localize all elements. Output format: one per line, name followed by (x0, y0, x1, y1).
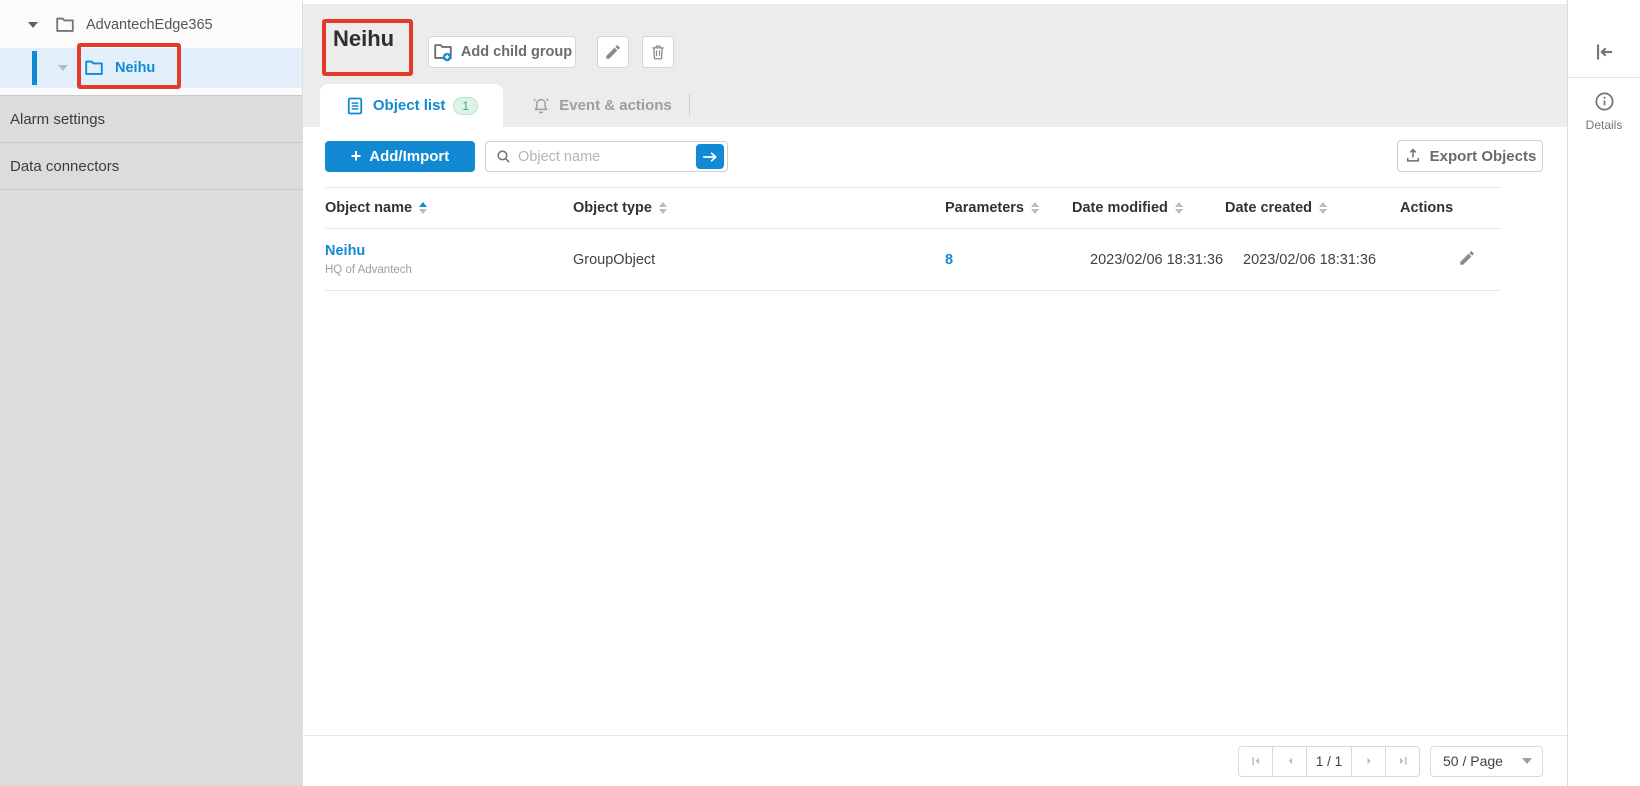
cell-object-name: Neihu HQ of Advantech (325, 243, 573, 276)
column-header-parameters[interactable]: Parameters (945, 200, 1072, 216)
sort-icon[interactable] (1319, 202, 1327, 214)
first-page-icon (1249, 754, 1263, 768)
prev-page-button[interactable] (1272, 746, 1307, 777)
last-page-icon (1396, 754, 1410, 768)
tab-object-list[interactable]: Object list 1 (320, 84, 503, 127)
main-header: Neihu Add child group (303, 4, 1567, 127)
column-header-actions: Actions (1400, 200, 1500, 216)
pagination-bar: 1 / 1 50 / Page (303, 735, 1567, 786)
app-root: AdvantechEdge365 Neihu Alarm settings Da… (0, 0, 1640, 786)
add-import-button[interactable]: + Add/Import (325, 141, 475, 172)
column-header-date-created[interactable]: Date created (1225, 200, 1400, 216)
object-table: Object name Object type Parameters Date … (325, 187, 1500, 291)
edit-group-button[interactable] (597, 36, 629, 68)
column-header-object-type[interactable]: Object type (573, 200, 945, 216)
page-size-select[interactable]: 50 / Page (1430, 746, 1543, 777)
search-icon (495, 148, 512, 165)
pager: 1 / 1 (1238, 746, 1420, 777)
main-area: Neihu Add child group (303, 0, 1567, 786)
upload-icon (1404, 147, 1422, 165)
sidebar-item-alarm-settings[interactable]: Alarm settings (0, 96, 302, 143)
last-page-button[interactable] (1385, 746, 1420, 777)
next-page-button[interactable] (1351, 746, 1386, 777)
collapse-left-icon (1591, 39, 1617, 65)
add-child-group-button[interactable]: Add child group (428, 36, 576, 68)
sort-icon[interactable] (419, 202, 427, 214)
expander-caret-icon[interactable] (28, 22, 38, 28)
sidebar-item-label: Data connectors (10, 158, 119, 175)
tree-item-neihu[interactable]: Neihu (0, 48, 302, 88)
selection-bar (32, 51, 37, 85)
tree-item-label: AdvantechEdge365 (86, 17, 213, 33)
first-page-button[interactable] (1238, 746, 1273, 777)
folder-icon (83, 57, 105, 79)
group-tree: AdvantechEdge365 Neihu (0, 0, 302, 95)
table-row: Neihu HQ of Advantech GroupObject 8 2023… (325, 229, 1500, 291)
toolbar: + Add/Import (303, 127, 1567, 187)
object-search (485, 141, 728, 172)
left-sidebar: AdvantechEdge365 Neihu Alarm settings Da… (0, 0, 303, 786)
tree-item-label: Neihu (115, 60, 155, 76)
details-label: Details (1586, 118, 1623, 132)
add-import-label: Add/Import (369, 148, 449, 165)
trash-icon (649, 43, 667, 61)
column-header-object-name[interactable]: Object name (325, 200, 573, 216)
tree-item-root[interactable]: AdvantechEdge365 (0, 6, 302, 44)
details-tab[interactable]: Details (1568, 78, 1640, 132)
arrow-right-icon (703, 151, 718, 163)
sidebar-menu: Alarm settings Data connectors (0, 95, 302, 786)
cell-parameters: 8 (945, 252, 1072, 268)
page-indicator: 1 / 1 (1306, 746, 1352, 777)
collapse-panel-button[interactable] (1591, 39, 1617, 65)
tab-label: Object list (373, 97, 446, 114)
next-page-icon (1362, 754, 1376, 768)
sidebar-item-label: Alarm settings (10, 111, 105, 128)
count-badge: 1 (453, 97, 478, 115)
pencil-icon (604, 43, 622, 61)
tab-bar: Object list 1 Event & actions (303, 84, 690, 127)
cell-object-type: GroupObject (573, 252, 945, 268)
cell-date-modified: 2023/02/06 18:31:36 (1072, 252, 1225, 268)
object-subtitle: HQ of Advantech (325, 264, 573, 276)
document-icon (345, 96, 365, 116)
sort-icon[interactable] (659, 202, 667, 214)
pencil-icon (1458, 249, 1476, 267)
details-sidebar: Details (1567, 0, 1640, 786)
tab-divider (689, 94, 690, 116)
export-objects-label: Export Objects (1430, 148, 1537, 165)
folder-icon (54, 14, 76, 36)
add-child-group-label: Add child group (461, 44, 572, 60)
folder-plus-icon (432, 41, 454, 63)
chevron-down-icon (1522, 758, 1532, 764)
cell-actions (1400, 249, 1500, 271)
sidebar-item-data-connectors[interactable]: Data connectors (0, 143, 302, 190)
bell-icon (531, 96, 551, 116)
expander-caret-icon[interactable] (58, 65, 68, 71)
search-submit-button[interactable] (696, 144, 724, 169)
tab-label: Event & actions (559, 97, 672, 114)
export-objects-button[interactable]: Export Objects (1397, 140, 1543, 172)
search-input[interactable] (518, 149, 696, 165)
empty-area (303, 291, 1567, 735)
sort-icon[interactable] (1175, 202, 1183, 214)
object-name-link[interactable]: Neihu (325, 243, 365, 259)
sort-icon[interactable] (1031, 202, 1039, 214)
page-title: Neihu (333, 26, 394, 52)
info-icon (1593, 90, 1616, 113)
collapse-section (1568, 0, 1640, 78)
cell-date-created: 2023/02/06 18:31:36 (1225, 252, 1400, 268)
page-size-value: 50 / Page (1443, 753, 1503, 769)
object-list-panel: + Add/Import (303, 127, 1567, 786)
column-header-date-modified[interactable]: Date modified (1072, 200, 1225, 216)
plus-icon: + (351, 146, 362, 167)
delete-group-button[interactable] (642, 36, 674, 68)
prev-page-icon (1283, 754, 1297, 768)
row-edit-button[interactable] (1458, 249, 1476, 267)
table-header: Object name Object type Parameters Date … (325, 187, 1500, 229)
parameters-link[interactable]: 8 (945, 252, 953, 268)
tab-event-actions[interactable]: Event & actions (514, 84, 689, 127)
